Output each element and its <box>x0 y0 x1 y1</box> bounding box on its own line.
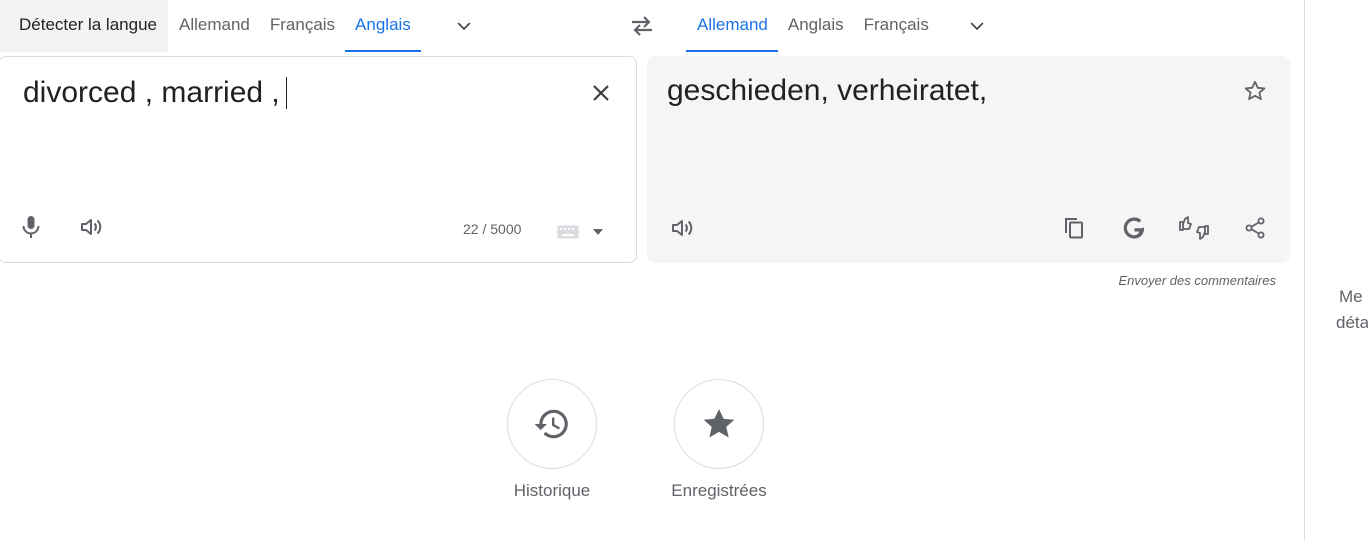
translation-text: geschieden, verheiratet, <box>667 74 988 107</box>
target-language-bar: Allemand Anglais Français <box>686 0 1016 56</box>
input-tools-button[interactable] <box>557 225 603 239</box>
target-language-more-button[interactable] <box>953 0 1001 52</box>
keyboard-icon <box>557 225 579 239</box>
close-icon <box>593 85 609 101</box>
google-icon <box>1123 217 1145 239</box>
source-language-more-button[interactable] <box>440 0 488 52</box>
source-text-panel: divorced , married , 22 / 5000 <box>0 56 637 263</box>
copy-icon <box>1065 218 1083 239</box>
tab-source-german[interactable]: Allemand <box>168 0 260 52</box>
speaker-icon <box>81 219 102 235</box>
mic-icon <box>22 216 40 238</box>
chevron-down-icon <box>457 22 471 31</box>
save-translation-button[interactable] <box>1235 71 1275 111</box>
tab-source-english[interactable]: Anglais <box>345 0 421 52</box>
source-language-bar: Détecter la langue Allemand Français Ang… <box>0 0 636 56</box>
caret-down-icon <box>593 229 603 235</box>
clear-text-button[interactable] <box>581 73 621 113</box>
tab-target-german[interactable]: Allemand <box>686 0 778 52</box>
saved-button[interactable] <box>674 379 764 469</box>
speaker-icon <box>672 220 693 236</box>
rate-icon <box>1179 216 1209 240</box>
star-outline-icon <box>1244 80 1266 100</box>
tab-target-french[interactable]: Français <box>854 0 939 52</box>
share-translation-button[interactable] <box>1235 208 1275 248</box>
character-count: 22 / 5000 <box>463 221 522 237</box>
tab-source-french[interactable]: Français <box>260 0 345 52</box>
history-button[interactable] <box>507 379 597 469</box>
swap-languages-button[interactable] <box>620 4 664 48</box>
source-text-input[interactable]: divorced , married , <box>23 74 287 112</box>
saved-label: Enregistrées <box>671 481 767 500</box>
side-panel-line-1: Me <box>1339 287 1363 306</box>
source-text: divorced , married , <box>23 76 280 109</box>
translation-listen-button[interactable] <box>662 208 702 248</box>
swap-icon <box>632 16 652 36</box>
star-icon <box>703 408 735 438</box>
source-listen-button[interactable] <box>71 207 111 247</box>
voice-input-button[interactable] <box>11 207 51 247</box>
history-label: Historique <box>513 481 591 500</box>
translation-panel: geschieden, verheiratet, <box>647 56 1290 263</box>
rate-translation-button[interactable] <box>1174 208 1214 248</box>
share-icon <box>1245 217 1265 239</box>
side-panel-line-2: déta <box>1336 313 1368 332</box>
text-caret <box>285 77 287 109</box>
history-icon <box>534 409 568 439</box>
search-google-button[interactable] <box>1114 208 1154 248</box>
side-panel-text: Me déta <box>1336 284 1368 336</box>
chevron-down-icon <box>970 22 984 31</box>
tab-target-english[interactable]: Anglais <box>778 0 854 52</box>
send-feedback-link[interactable]: Envoyer des commentaires <box>1118 273 1276 288</box>
copy-translation-button[interactable] <box>1054 208 1094 248</box>
tab-detect-language[interactable]: Détecter la langue <box>0 0 168 52</box>
side-panel-divider <box>1304 0 1305 541</box>
